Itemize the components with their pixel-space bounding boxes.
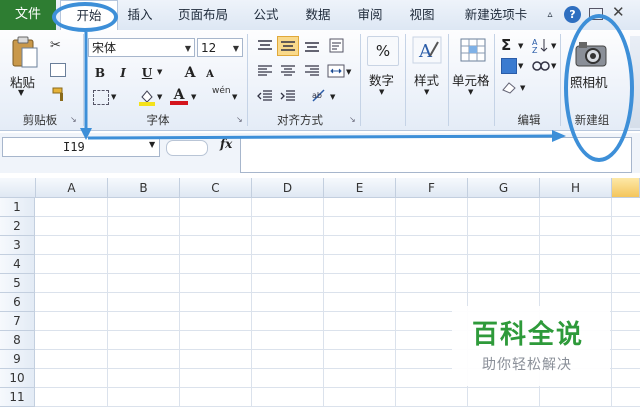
- annotation-arrows: [80, 32, 566, 142]
